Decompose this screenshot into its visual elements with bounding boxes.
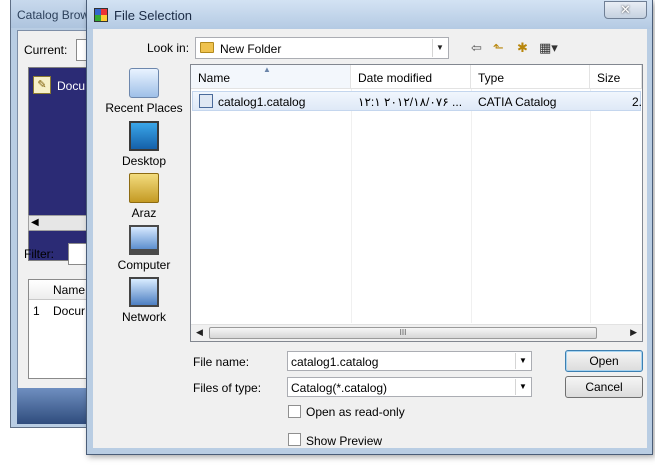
place-network[interactable]: Network xyxy=(99,277,189,329)
current-label: Current: xyxy=(24,43,68,57)
column-divider xyxy=(590,89,591,323)
files-of-type-label: Files of type: xyxy=(193,381,262,395)
file-row[interactable]: catalog1.catalog ٢٠١٢/١٨/٠٧ ١٢:١۶ ... CA… xyxy=(192,91,642,111)
dialog-client-area: Look in: New Folder ▼ ⇦ ⬑ ✱ ▦▾ Recent Pl… xyxy=(93,29,647,448)
files-of-type-select[interactable]: Catalog(*.catalog) ▼ xyxy=(287,377,532,397)
column-header-date[interactable]: Date modified xyxy=(351,65,471,89)
column-header-label: Name xyxy=(198,71,231,85)
scroll-thumb[interactable]: III xyxy=(209,327,597,339)
chevron-down-icon[interactable]: ▼ xyxy=(515,353,530,369)
chevron-down-icon[interactable]: ▼ xyxy=(432,39,447,57)
files-of-type-value: Catalog(*.catalog) xyxy=(291,381,388,395)
look-in-combo[interactable]: New Folder ▼ xyxy=(195,37,449,59)
file-selection-dialog: File Selection ✕ Look in: New Folder ▼ ⇦… xyxy=(86,0,653,455)
dialog-titlebar[interactable]: File Selection ✕ xyxy=(87,0,652,29)
desktop-icon xyxy=(129,121,159,151)
recent-places-icon xyxy=(129,68,159,98)
scroll-right-icon[interactable]: ▶ xyxy=(630,327,637,338)
view-menu-icon[interactable]: ▦▾ xyxy=(539,40,558,56)
place-araz[interactable]: Araz xyxy=(99,173,189,225)
place-label: Network xyxy=(121,310,166,324)
user-folder-icon xyxy=(129,173,159,203)
computer-icon xyxy=(129,225,159,255)
column-header-size[interactable]: Size xyxy=(590,65,642,89)
place-label: Araz xyxy=(131,206,157,220)
place-desktop[interactable]: Desktop xyxy=(99,121,189,173)
open-readonly-checkbox[interactable] xyxy=(288,405,301,418)
file-name-label: File name: xyxy=(193,355,250,369)
column-divider xyxy=(351,89,352,323)
list-header-name[interactable]: Name xyxy=(53,283,85,297)
file-list-view[interactable]: ▲ Name Date modified Type Size catalog1.… xyxy=(190,64,643,342)
cancel-button[interactable]: Cancel xyxy=(565,376,643,398)
look-in-value: New Folder xyxy=(220,42,282,56)
file-name-value: catalog1.catalog xyxy=(291,355,379,369)
document-item-label: Docu xyxy=(57,79,86,93)
list-row-index: 1 xyxy=(33,304,40,318)
new-folder-icon[interactable]: ✱ xyxy=(517,40,528,56)
chevron-down-icon[interactable]: ▼ xyxy=(515,379,530,395)
file-date-cell: ٢٠١٢/١٨/٠٧ ١٢:١۶ ... xyxy=(358,95,463,109)
up-folder-icon[interactable]: ⬑ xyxy=(493,40,504,56)
place-computer[interactable]: Computer xyxy=(99,225,189,277)
place-label: Recent Places xyxy=(105,101,183,115)
folder-icon xyxy=(200,42,214,53)
file-name-cell: catalog1.catalog xyxy=(218,95,306,109)
open-button[interactable]: Open xyxy=(565,350,643,372)
file-size-cell: 2. xyxy=(632,95,642,109)
show-preview-checkbox[interactable] xyxy=(288,433,301,446)
back-icon[interactable]: ⇦ xyxy=(471,40,482,56)
close-button[interactable]: ✕ xyxy=(604,1,647,19)
file-name-input[interactable]: catalog1.catalog ▼ xyxy=(287,351,532,371)
sort-ascending-icon: ▲ xyxy=(263,65,271,74)
place-recent-places[interactable]: Recent Places xyxy=(99,68,189,120)
catia-app-icon xyxy=(94,8,108,22)
file-list-scrollbar[interactable]: ◀ III ▶ xyxy=(191,324,642,341)
file-type-cell: CATIA Catalog xyxy=(478,95,557,109)
column-header-type[interactable]: Type xyxy=(471,65,590,89)
place-label: Computer xyxy=(117,258,171,272)
show-preview-label[interactable]: Show Preview xyxy=(306,434,382,448)
places-bar: Recent Places Desktop Araz Computer Netw… xyxy=(99,64,189,329)
scroll-left-icon[interactable]: ◀ xyxy=(196,327,203,338)
look-in-label: Look in: xyxy=(147,41,190,55)
open-readonly-label[interactable]: Open as read-only xyxy=(306,405,405,419)
network-icon xyxy=(129,277,159,307)
dialog-title: File Selection xyxy=(114,8,193,23)
place-label: Desktop xyxy=(121,154,167,168)
filter-label: Filter: xyxy=(24,247,54,261)
column-divider xyxy=(471,89,472,323)
catalog-file-icon xyxy=(199,94,213,108)
column-header-name[interactable]: ▲ Name xyxy=(191,65,351,89)
list-row-text[interactable]: Docur xyxy=(53,304,85,318)
scroll-left-icon[interactable]: ◀ xyxy=(31,217,39,228)
document-icon: ✎ xyxy=(33,76,51,94)
